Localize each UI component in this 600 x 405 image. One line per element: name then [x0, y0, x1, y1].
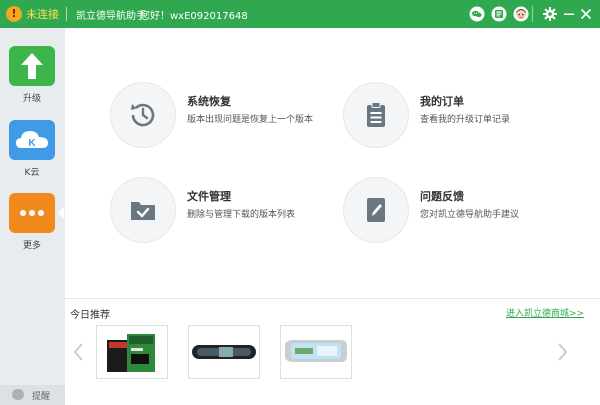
sidebar-item-more[interactable]: 更多	[9, 193, 64, 251]
app-title: 凯立德导航助手	[76, 11, 146, 22]
more-dots-icon	[9, 193, 55, 233]
warning-icon[interactable]: !	[6, 6, 22, 22]
feature-desc: 版本出现问题是恢复上一个版本	[187, 115, 314, 125]
feature-my-orders[interactable]: 我的订单 查看我的升级订单记录	[343, 82, 563, 152]
connection-status: 未连接	[26, 8, 59, 21]
svg-text:K: K	[28, 138, 36, 149]
gear-icon[interactable]	[542, 6, 558, 22]
feature-title: 系统恢复	[187, 95, 231, 108]
avatar-icon[interactable]	[513, 6, 529, 22]
feature-system-restore[interactable]: 系统恢复 版本出现问题是恢复上一个版本	[110, 82, 330, 152]
help-label: 提醒	[32, 392, 51, 402]
chat-icon[interactable]	[469, 6, 485, 22]
restore-clock-icon	[110, 82, 176, 148]
sidebar-item-label: 更多	[22, 241, 41, 251]
sidebar-item-upgrade[interactable]: 升级	[9, 46, 55, 104]
mall-link[interactable]: 进入凯立德商城>>	[506, 306, 584, 319]
title-separator	[66, 7, 67, 21]
chat-bubble-icon	[12, 389, 24, 400]
news-icon[interactable]	[491, 6, 507, 22]
product-sd-card[interactable]	[96, 325, 168, 379]
upload-arrow-icon	[9, 46, 55, 86]
close-icon[interactable]	[578, 6, 594, 22]
feature-feedback[interactable]: 问题反馈 您对凯立德导航助手建议	[343, 177, 563, 247]
feature-title: 问题反馈	[420, 190, 464, 203]
sidebar-item-label: K云	[24, 168, 40, 178]
prev-arrow-icon[interactable]	[72, 342, 84, 362]
sidebar-item-kcloud[interactable]: K K云	[9, 120, 55, 178]
sidebar-item-label: 升级	[22, 94, 41, 104]
feature-file-manage[interactable]: 文件管理 删除与管理下载的版本列表	[110, 177, 330, 247]
section-divider	[65, 298, 600, 299]
clipboard-icon	[343, 82, 409, 148]
help-reminder[interactable]: 提醒	[0, 385, 65, 405]
folder-check-icon	[110, 177, 176, 243]
product-mirror-dvr[interactable]	[280, 325, 352, 379]
user-greeting: 您好！wxE092017648	[140, 11, 248, 22]
pencil-feedback-icon	[343, 177, 409, 243]
product-mirror-dashcam[interactable]	[188, 325, 260, 379]
feature-desc: 查看我的升级订单记录	[420, 115, 511, 125]
feature-title: 我的订单	[420, 95, 464, 108]
recommend-title: 今日推荐	[70, 310, 110, 321]
feature-desc: 您对凯立德导航助手建议	[420, 210, 520, 220]
k-cloud-icon: K	[9, 120, 55, 160]
feature-title: 文件管理	[187, 190, 231, 203]
minimize-icon[interactable]	[561, 6, 577, 22]
sidebar: 升级 K K云 更多 提醒	[0, 28, 65, 405]
toolbar-divider	[532, 6, 533, 22]
next-arrow-icon[interactable]	[557, 342, 569, 362]
feature-desc: 删除与管理下载的版本列表	[187, 210, 296, 220]
title-bar: ! 未连接 凯立德导航助手 您好！wxE092017648	[0, 0, 600, 28]
